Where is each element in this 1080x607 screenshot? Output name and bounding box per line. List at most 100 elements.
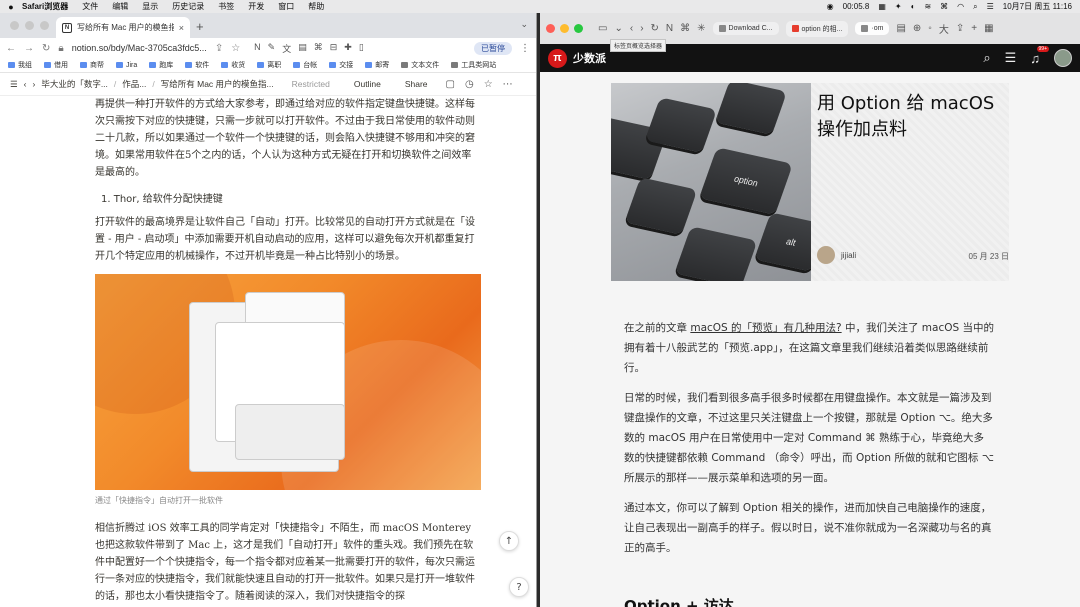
favorite-star-icon[interactable]: ☆ [484,79,493,90]
lock-icon[interactable]: 🔒︎ [58,43,63,54]
new-tab-icon[interactable]: + [971,23,977,34]
clock-readout[interactable]: 10月7日 周五 11:16 [1003,1,1072,12]
menu-view[interactable]: 显示 [142,1,158,12]
new-tab-button[interactable]: + [196,19,204,34]
author-name[interactable]: jijiali [841,251,856,260]
zoom-window-button[interactable] [574,24,583,33]
share-page-icon[interactable]: ⇪ [215,43,223,54]
bookmark-item[interactable]: 离职 [257,60,281,70]
extension-sheet-icon[interactable]: ▤ [298,42,307,55]
menu-app-name[interactable]: Safari浏览器 [22,1,68,12]
close-window-button[interactable] [10,21,19,30]
notion-ext-icon[interactable]: N [666,23,673,34]
outline-button[interactable]: Outline [354,79,381,89]
tab-notion-article[interactable]: N 写给所有 Mac 用户的模鱼指南 × [56,17,190,38]
status-icon-a[interactable]: ▦ [878,2,886,11]
tab-sspai[interactable]: ·om [855,22,890,35]
record-icon[interactable]: ◉ [827,2,834,11]
minimize-window-button[interactable] [560,24,569,33]
bookmark-folder[interactable]: 工具类网站 [451,60,496,70]
bookmark-item[interactable]: 邮寄 [365,60,389,70]
breadcrumb-workspace[interactable]: 毕大业的「数字... [41,78,108,90]
forward-arrow-icon[interactable]: → [24,43,34,54]
menu-help[interactable]: 帮助 [308,1,324,12]
reload-icon[interactable]: ↻ [651,23,659,34]
control-center-icon[interactable]: ☰ [987,2,994,11]
author-avatar[interactable] [817,246,835,264]
bookmark-item[interactable]: 跑库 [149,60,173,70]
status-icon-b[interactable]: ✦ [895,2,902,11]
menu-develop[interactable]: 开发 [248,1,264,12]
bookmark-star-icon[interactable]: ☆ [231,43,240,54]
paused-profile-button[interactable]: 已暂停 [474,41,512,55]
breadcrumb-page[interactable]: 写给所有 Mac 用户的模鱼指... [161,78,274,90]
more-options-icon[interactable]: ⋯ [503,79,513,90]
tab-overview-chevron-icon[interactable]: ⌄ [614,23,622,34]
bookmark-item[interactable]: 收货 [221,60,245,70]
reader-icon[interactable]: ▤ [896,23,905,34]
audio-icon[interactable]: ◦ [928,23,932,34]
extension-tab-icon[interactable]: ⊟ [330,42,338,55]
status-icon-d[interactable]: ≋ [924,2,931,11]
status-icon-e[interactable]: ⌘ [940,2,948,11]
tab-download[interactable]: Download C... [712,22,779,35]
menu-icon[interactable]: ☰ [1005,50,1017,66]
search-icon[interactable]: ⌕ [973,2,977,12]
related-article-link[interactable]: macOS 的「预览」有几种用法? [690,322,841,334]
bookmark-item[interactable]: 借用 [44,60,68,70]
menu-history[interactable]: 历史记录 [172,1,204,12]
zoom-window-button[interactable] [40,21,49,30]
bookmark-item[interactable]: 商帮 [80,60,104,70]
breadcrumb-section[interactable]: 作品... [122,78,146,90]
sspai-logo-icon[interactable]: π [548,48,567,68]
back-arrow-icon[interactable]: ‹ [630,23,633,34]
minimize-window-button[interactable] [25,21,34,30]
extension-feather-icon[interactable]: ✎ [268,42,276,55]
bookmark-item[interactable]: 台帐 [293,60,317,70]
site-brand[interactable]: 少数派 [573,50,606,66]
extension-panel-icon[interactable]: ▯ [359,42,364,55]
tab-search-chevron-icon[interactable]: ⌄ [520,19,528,30]
translate-icon[interactable]: 大 [939,21,949,36]
notification-bell-icon[interactable]: ♫ 99+ [1030,45,1049,66]
scroll-up-button[interactable]: ↑ [499,531,519,551]
browser-menu-icon[interactable]: ⋮ [520,43,530,54]
close-tab-icon[interactable]: × [179,23,184,33]
comment-icon[interactable]: ▢ [446,79,455,90]
status-icon-c[interactable]: ◐ [911,2,916,11]
extension-icon-2[interactable]: ✳ [697,23,705,34]
article-author[interactable]: jijiali [817,246,856,264]
extension-puzzle-icon[interactable]: ✚ [344,42,352,55]
close-window-button[interactable] [546,24,555,33]
share-button[interactable]: Share [405,79,428,89]
restricted-badge[interactable]: Restricted [292,79,330,89]
apple-icon[interactable]: ● [0,2,22,12]
sidebar-icon[interactable]: ▭ [598,23,607,34]
menu-file[interactable]: 文件 [82,1,98,12]
url-field[interactable]: notion.so/bdy/Mac-3705ca3fdc5... [72,43,207,53]
extension-icon[interactable]: ⌘ [680,23,690,34]
menu-bookmarks[interactable]: 书签 [218,1,234,12]
extension-translate-icon[interactable]: 文 [282,42,291,55]
sidebar-toggle-icon[interactable]: ☰ [10,79,18,90]
help-button[interactable]: ? [509,577,529,597]
share-icon[interactable]: ⇪ [956,23,964,34]
search-icon[interactable]: ⌕ [983,50,990,66]
back-icon[interactable]: ‹ [24,79,27,89]
wifi-icon[interactable]: ◠ [957,2,964,11]
menu-edit[interactable]: 编辑 [112,1,128,12]
extension-command-icon[interactable]: ⌘ [314,42,323,55]
menu-window[interactable]: 窗口 [278,1,294,12]
forward-icon[interactable]: › [32,79,35,89]
bookmark-item[interactable]: 交接 [329,60,353,70]
reload-icon[interactable]: ↻ [42,43,50,54]
tab-option-search[interactable]: option 的相... [785,20,849,37]
bookmark-item[interactable]: Jira [116,62,137,69]
download-icon[interactable]: ⊕ [913,23,921,34]
bookmark-item[interactable]: 软件 [185,60,209,70]
bookmark-item[interactable]: 我组 [8,60,32,70]
forward-arrow-icon[interactable]: › [640,23,643,34]
back-arrow-icon[interactable]: ← [6,43,16,54]
tab-overview-icon[interactable]: ▦ [984,23,993,34]
extension-notion-icon[interactable]: N [254,42,261,55]
